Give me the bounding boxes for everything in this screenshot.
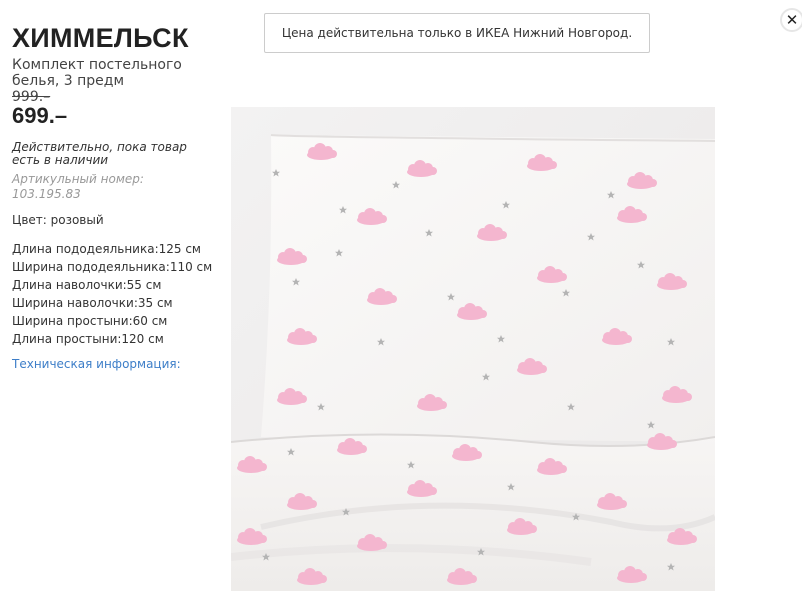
dimension-item: Ширина наволочки:35 см [12,296,173,310]
product-color: Цвет: розовый [12,213,104,227]
product-description: Комплект постельного белья, 3 предм [12,57,182,89]
dimension-item: Длина простыни:120 см [12,332,164,346]
availability-note: Действительно, пока товар есть в наличии [12,140,187,167]
article-number: Артикульный номер: 103.195.83 [12,172,144,201]
old-price: 999.– [12,89,51,105]
product-title: ХИММЕЛЬСК [12,23,189,53]
close-icon: ✕ [785,10,799,29]
product-info: ХИММЕЛЬСК Комплект постельного белья, 3 … [12,22,217,371]
dimensions-list: Длина пододеяльника:125 см Ширина пододе… [12,240,217,348]
product-image [231,107,715,591]
dimension-item: Длина пододеяльника:125 см [12,242,201,256]
dimension-item: Ширина простыни:60 см [12,314,168,328]
dimension-item: Длина наволочки:55 см [12,278,162,292]
price-notice: Цена действительна только в ИКЕА Нижний … [264,13,650,53]
current-price: 699.– [12,103,68,128]
tech-info-link[interactable]: Техническая информация: [12,357,217,371]
dimension-item: Ширина пододеяльника:110 см [12,260,213,274]
close-button[interactable]: ✕ [780,8,802,32]
